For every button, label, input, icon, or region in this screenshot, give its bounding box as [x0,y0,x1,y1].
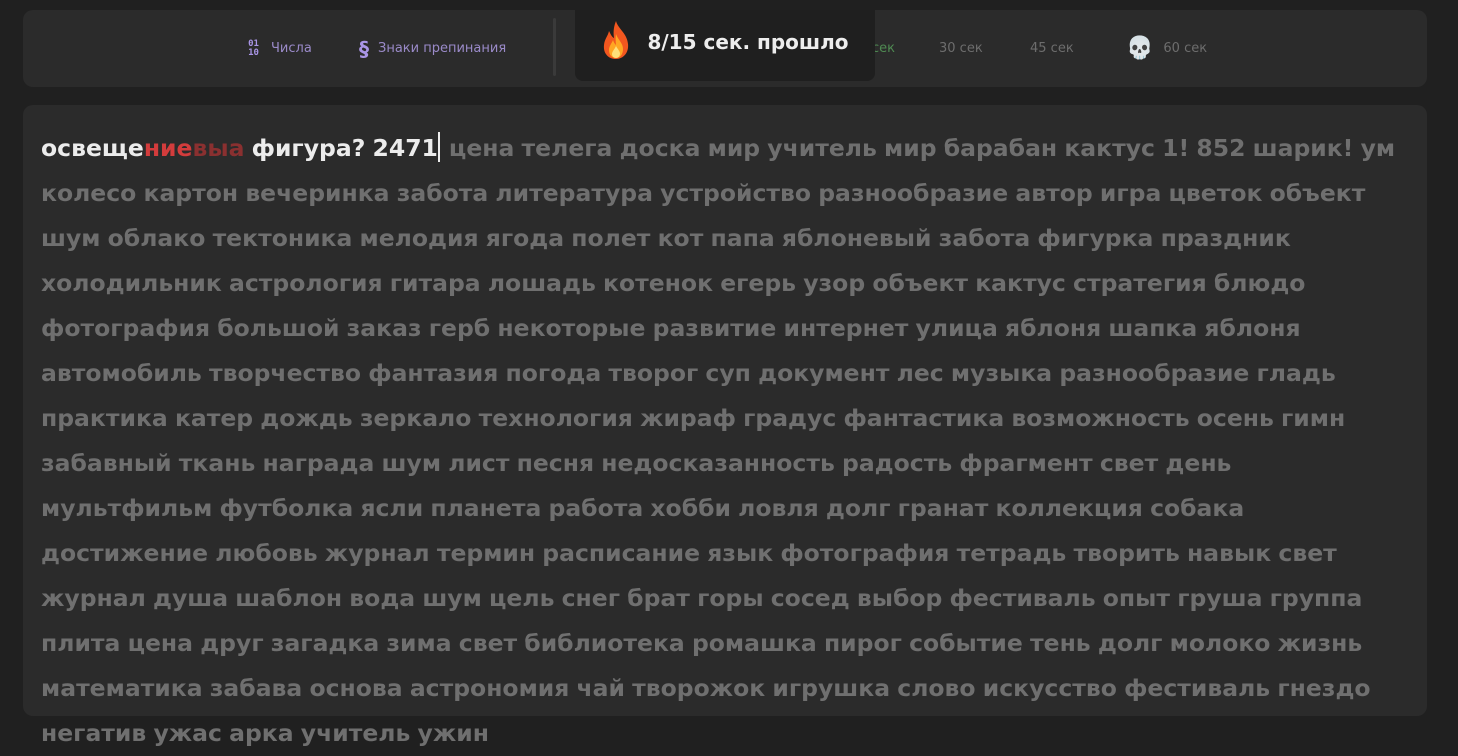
numbers-icon: 01 10 [245,39,262,58]
punctuation-label: Знаки препинания [378,41,507,56]
numbers-toggle[interactable]: 01 10 Числа [245,10,312,87]
typed-error: ние [143,134,193,162]
punctuation-toggle[interactable]: § Знаки препинания [359,10,506,87]
remaining-words: цена телега доска мир учитель мир бараба… [41,134,1396,747]
typed-extra: выа [192,134,245,162]
toolbar-divider [553,18,556,76]
typed-words: фигура? 2471 [244,134,438,162]
time-option-60[interactable]: 💀 60 сек [1126,10,1207,87]
section-sign-icon: § [359,36,369,61]
typing-area[interactable]: освещениевыа фигура? 2471 цена телега дос… [23,105,1427,747]
numbers-label: Числа [271,41,312,56]
skull-icon: 💀 [1126,36,1154,61]
typing-text: освещениевыа фигура? 2471 цена телега дос… [41,126,1409,756]
text-caret [437,132,440,162]
timer-status-text: 8/15 сек. прошло [647,29,849,54]
time-option-60-label: 60 сек [1163,41,1208,56]
time-option-30[interactable]: 30 сек [939,10,983,87]
typed-correct: освеще [41,134,144,162]
timer-popup: 8/15 сек. прошло [575,10,875,81]
fire-icon [601,20,631,64]
numbers-icon-bottom: 10 [248,47,259,58]
time-option-15[interactable]: сек [872,10,895,87]
time-option-45[interactable]: 45 сек [1030,10,1074,87]
